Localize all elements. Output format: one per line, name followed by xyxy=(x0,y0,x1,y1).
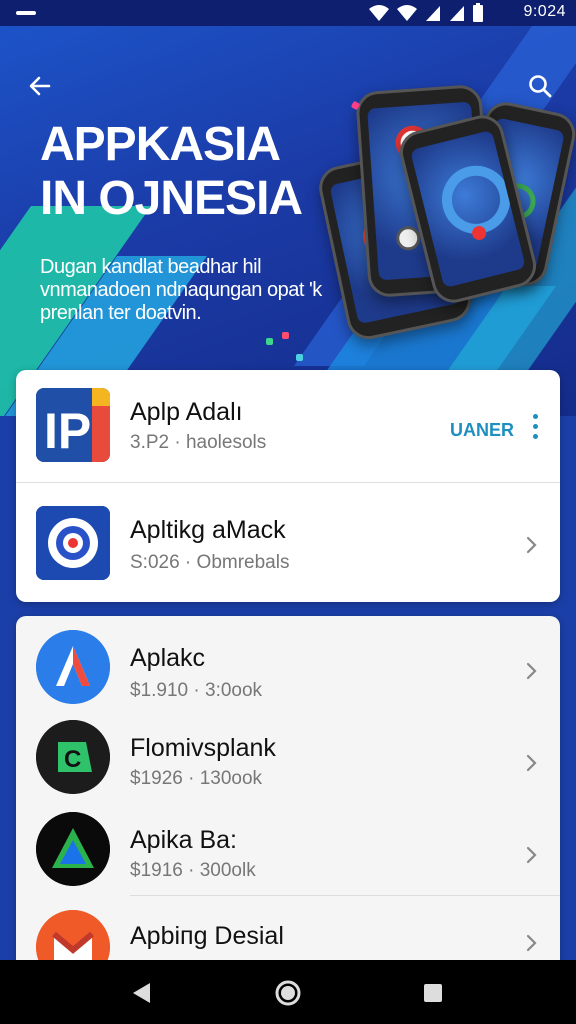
clock: 9:024 xyxy=(523,3,566,20)
chevron-right-icon xyxy=(526,754,537,772)
square-recents-icon xyxy=(424,984,442,1002)
app-meta: $1916 · 300olk xyxy=(130,860,256,881)
hero-subtitle-line: Dugan kandlat beadhar hil xyxy=(40,256,262,278)
list-item[interactable]: IP Aplp Adalı 3.P2 · haolesols UANER xyxy=(16,370,560,480)
chevron-right-icon xyxy=(526,662,537,680)
triangle-app-icon xyxy=(36,812,110,886)
app-name: Flomivsplank xyxy=(130,734,276,762)
app-list-card: Aplakc $1.910 · 3:0ook C Flomivsplank $1… xyxy=(16,616,560,984)
chevron-right-icon xyxy=(526,536,537,554)
more-vert-icon[interactable] xyxy=(530,414,540,444)
list-item[interactable]: C Flomivsplank $1926 · 130ook xyxy=(16,716,560,806)
svg-text:C: C xyxy=(64,746,81,773)
system-nav-bar xyxy=(0,960,576,1024)
nav-recents-button[interactable] xyxy=(418,978,448,1008)
list-item[interactable]: Aplakc $1.910 · 3:0ook xyxy=(16,624,560,714)
nav-home-button[interactable] xyxy=(273,978,303,1008)
arrow-left-icon xyxy=(29,76,51,96)
app-name: Apbiпg Desial xyxy=(130,922,284,950)
app-name: Aplp Adalı xyxy=(130,398,243,426)
search-button[interactable] xyxy=(520,66,560,106)
svg-text:IP: IP xyxy=(44,403,91,459)
app-meta: $1.910 · 3:0ook xyxy=(130,680,263,701)
c-app-icon: C xyxy=(36,720,110,794)
notification-icon xyxy=(16,11,36,15)
update-button[interactable]: UANER xyxy=(450,420,514,441)
battery-icon xyxy=(473,3,483,22)
search-icon xyxy=(529,75,552,98)
back-button[interactable] xyxy=(20,66,60,106)
status-bar: 9:024 xyxy=(0,0,576,26)
hero-title: APPKASIA IN OJNESIA xyxy=(40,118,303,226)
hero-subtitle: Dugan kandlat beadhar hil vnmanadoen ndn… xyxy=(40,256,350,325)
app-name: Apltikg aMack xyxy=(130,516,286,544)
target-app-icon xyxy=(36,506,110,580)
home-circle-icon xyxy=(275,980,301,1006)
ip-app-icon: IP xyxy=(36,388,110,462)
signal-icon-2 xyxy=(450,6,464,21)
wifi-icon-2 xyxy=(397,5,417,21)
featured-apps-card: IP Aplp Adalı 3.P2 · haolesols UANER Apl… xyxy=(16,370,560,602)
app-meta: 3.P2 · haolesols xyxy=(130,432,267,453)
hero-subtitle-line: vnmanadoen ndnaqungan opat 'k xyxy=(40,279,322,301)
divider xyxy=(16,482,560,483)
hero-banner: APPKASIA IN OJNESIA Dugan kandlat beadha… xyxy=(0,26,576,416)
a-app-icon xyxy=(36,630,110,704)
wifi-icon xyxy=(369,5,389,21)
chevron-right-icon xyxy=(526,934,537,952)
chevron-right-icon xyxy=(526,846,537,864)
signal-icon xyxy=(426,6,440,21)
hero-subtitle-line: prenlan ter doatvin. xyxy=(40,302,202,324)
app-name: Aplakc xyxy=(130,644,206,672)
nav-back-button[interactable] xyxy=(126,978,156,1008)
app-meta: S:026 · Obmrebals xyxy=(130,552,290,573)
divider xyxy=(130,895,560,896)
app-name: Apika Ba: xyxy=(130,826,238,854)
app-meta: $1926 · 130ook xyxy=(130,768,263,789)
list-item[interactable]: Apika Ba: $1916 · 300olk xyxy=(16,808,560,898)
hero-title-line: IN OJNESIA xyxy=(40,172,303,225)
triangle-back-icon xyxy=(133,983,150,1003)
list-item[interactable]: Apltikg aMack S:026 · Obmrebals xyxy=(16,488,560,598)
hero-title-line: APPKASIA xyxy=(40,118,281,171)
